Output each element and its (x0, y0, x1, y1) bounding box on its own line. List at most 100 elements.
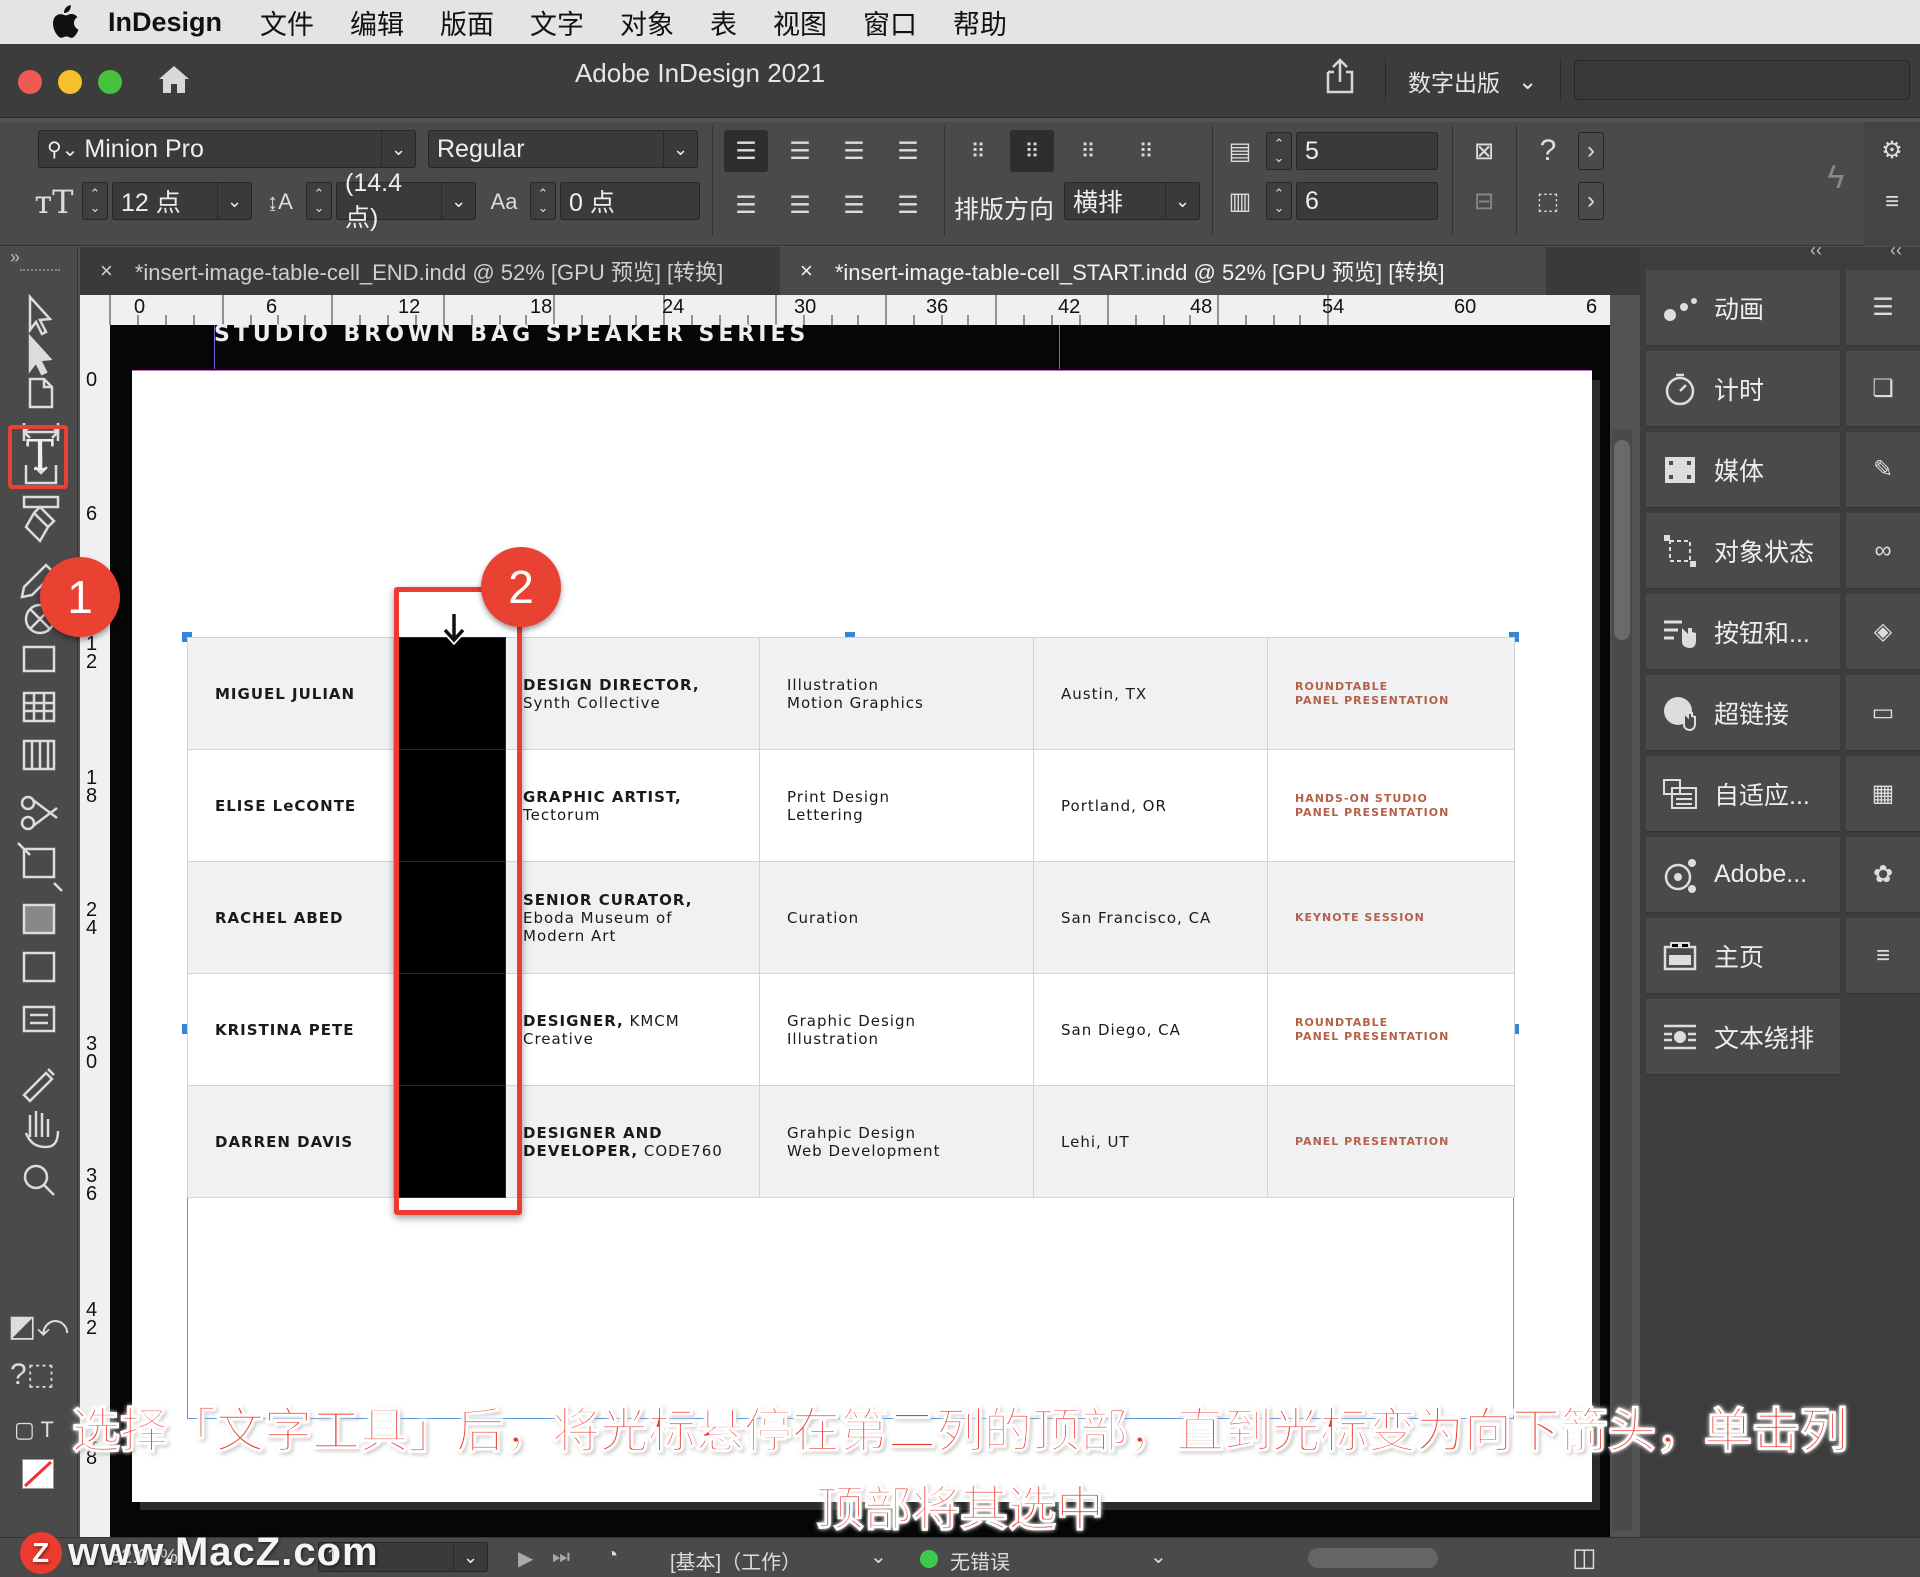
speaker-name[interactable]: DARREN DAVIS (187, 1085, 394, 1198)
workspace-switcher[interactable]: 数字出版 ⌄ (1408, 64, 1537, 98)
pages-panel-button[interactable]: ❏ (1846, 351, 1920, 427)
speaker-title[interactable]: SENIOR CURATOR, Eboda Museum of Modern Ar… (505, 861, 760, 974)
close-icon[interactable]: × (800, 258, 813, 284)
chevron-down-icon[interactable]: ⌄ (381, 131, 415, 167)
grid-align-center-icon[interactable]: ⠿ (1010, 130, 1054, 172)
cc-libraries-button[interactable]: ✎ (1846, 432, 1920, 508)
chevron-right-icon[interactable]: › (1578, 182, 1604, 220)
links-panel-button[interactable]: ∞ (1846, 513, 1920, 589)
grid-align-right-icon[interactable]: ⠿ (1124, 130, 1168, 172)
paragraph-styles-button[interactable]: ≡ (1846, 918, 1920, 994)
menu-help[interactable]: 帮助 (953, 3, 1007, 42)
session-type[interactable]: ROUNDTABLE PANEL PRESENTATION (1267, 637, 1515, 750)
chevron-down-icon[interactable]: ⌄ (441, 183, 475, 219)
apple-icon[interactable] (40, 5, 88, 38)
justify-center-icon[interactable]: ☰ (778, 184, 822, 226)
panel-media[interactable]: 媒体 (1646, 432, 1840, 508)
panel-adobe-connect[interactable]: Adobe... (1646, 837, 1840, 913)
speaker-location[interactable]: Portland, OR (1033, 749, 1268, 862)
gear-icon[interactable]: ⚙ (1872, 132, 1912, 168)
menu-edit[interactable]: 编辑 (350, 3, 404, 42)
color-panel-button[interactable]: ✿ (1846, 837, 1920, 913)
merge-cells-icon[interactable]: ⊠ (1464, 132, 1504, 170)
align-right-icon[interactable]: ☰ (832, 130, 876, 172)
properties-panel-button[interactable]: ☰ (1846, 270, 1920, 346)
chevron-right-icon[interactable]: › (1578, 132, 1604, 170)
font-size-field[interactable]: 12 点 ⌄ (112, 182, 252, 220)
panel-menu-icon[interactable]: ≡ (1872, 184, 1912, 220)
font-family-field[interactable]: ⚲⌄ Minion Pro ⌄ (38, 130, 416, 168)
session-type[interactable]: PANEL PRESENTATION (1267, 1085, 1515, 1198)
leading-field[interactable]: (14.4 点) ⌄ (336, 169, 476, 232)
panel-hyperlinks[interactable]: 超链接 (1646, 675, 1840, 751)
font-style-field[interactable]: Regular ⌄ (428, 130, 698, 168)
justify-all-icon[interactable]: ☰ (832, 184, 876, 226)
chevron-down-icon[interactable]: ⌄ (1165, 183, 1199, 219)
justify-left-icon[interactable]: ☰ (724, 184, 768, 226)
lightning-icon[interactable]: ϟ (1816, 152, 1856, 202)
preflight-status[interactable]: 无错误 (950, 1546, 1010, 1575)
workspace-style[interactable]: [基本]（工作） (670, 1546, 801, 1575)
chevron-double-left-icon[interactable]: ‹‹ (1810, 240, 1822, 261)
chevron-double-left-icon[interactable]: ‹‹ (1890, 240, 1902, 261)
grid-align-bottom-icon[interactable]: ⠿ (1066, 130, 1110, 172)
chevron-double-right-icon[interactable]: » (10, 247, 20, 268)
horizontal-ruler[interactable]: 0 6 12 18 24 30 36 42 48 54 60 6 (80, 295, 1610, 325)
chevron-down-icon[interactable]: ⌄ (663, 131, 697, 167)
speaker-field[interactable]: Print Design Lettering (759, 749, 1034, 862)
align-center-icon[interactable]: ☰ (778, 130, 822, 172)
speaker-field[interactable]: Grahpic Design Web Development (759, 1085, 1034, 1198)
split-cells-icon[interactable]: ⊟ (1464, 182, 1504, 220)
font-size-stepper[interactable]: ⌃ ⌄ (82, 182, 108, 220)
layers-panel-button[interactable]: ◈ (1846, 594, 1920, 670)
type-tool-icon[interactable]: T (18, 431, 62, 480)
speaker-location[interactable]: San Diego, CA (1033, 973, 1268, 1086)
speaker-location[interactable]: Austin, TX (1033, 637, 1268, 750)
panel-timing[interactable]: 计时 (1646, 351, 1840, 427)
columns-field[interactable]: 6 (1296, 182, 1438, 220)
menu-object[interactable]: 对象 (620, 3, 674, 42)
speaker-title[interactable]: DESIGN DIRECTOR, Synth Collective (505, 637, 760, 750)
menu-file[interactable]: 文件 (260, 3, 314, 42)
menu-layout[interactable]: 版面 (440, 3, 494, 42)
frame-fitting-icon[interactable]: ⬚ (1528, 182, 1568, 220)
menu-table[interactable]: 表 (710, 3, 737, 42)
last-page-icon[interactable]: ⏭ (552, 1546, 570, 1569)
session-type[interactable]: ROUNDTABLE PANEL PRESENTATION (1267, 973, 1515, 1086)
share-icon[interactable] (1322, 58, 1358, 101)
panel-liquid-layout[interactable]: 自适应... (1646, 756, 1840, 832)
next-page-icon[interactable]: ▶ (518, 1546, 533, 1571)
panel-buttons-forms[interactable]: 按钮和... (1646, 594, 1840, 670)
speaker-location[interactable]: San Francisco, CA (1033, 861, 1268, 974)
rows-field[interactable]: 5 (1296, 132, 1438, 170)
speaker-field[interactable]: Illustration Motion Graphics (759, 637, 1034, 750)
align-left-icon[interactable]: ☰ (724, 130, 768, 172)
app-menu[interactable]: InDesign (108, 7, 222, 38)
speaker-location[interactable]: Lehi, UT (1033, 1085, 1268, 1198)
close-icon[interactable]: × (100, 258, 113, 284)
panel-pages[interactable]: 主页 (1646, 918, 1840, 994)
tab-start-document[interactable]: × *insert-image-table-cell_START.indd @ … (780, 247, 1546, 295)
speaker-name[interactable]: RACHEL ABED (187, 861, 394, 974)
layout-direction-select[interactable]: 横排 ⌄ (1064, 182, 1200, 220)
panel-animation[interactable]: 动画 (1646, 270, 1840, 346)
panel-text-wrap[interactable]: 文本绕排 (1646, 999, 1840, 1075)
tab-end-document[interactable]: × *insert-image-table-cell_END.indd @ 52… (80, 247, 780, 295)
search-stock-input[interactable] (1574, 60, 1910, 100)
session-type[interactable]: KEYNOTE SESSION (1267, 861, 1515, 974)
tracking-field[interactable]: 0 点 (560, 182, 700, 220)
grid-align-icon[interactable]: ⠿ (956, 130, 1000, 172)
leading-stepper[interactable]: ⌃ ⌄ (306, 182, 332, 220)
vertical-ruler[interactable]: 0 6 1 2 1 8 2 4 3 0 3 6 4 2 4 8 (80, 325, 110, 1537)
speaker-field[interactable]: Curation (759, 861, 1034, 974)
vertical-scrollbar[interactable] (1614, 440, 1630, 640)
panel-object-states[interactable]: 对象状态 (1646, 513, 1840, 589)
speaker-name[interactable]: ELISE LeCONTE (187, 749, 394, 862)
speaker-field[interactable]: Graphic Design Illustration (759, 973, 1034, 1086)
columns-stepper[interactable]: ⌃ ⌄ (1266, 182, 1292, 220)
speaker-title[interactable]: DESIGNER, KMCM Creative (505, 973, 760, 1086)
tracking-stepper[interactable]: ⌃ ⌄ (530, 182, 556, 220)
help-icon[interactable]: ? (1528, 132, 1568, 170)
align-towards-spine-icon[interactable]: ☰ (886, 130, 930, 172)
menu-window[interactable]: 窗口 (863, 3, 917, 42)
